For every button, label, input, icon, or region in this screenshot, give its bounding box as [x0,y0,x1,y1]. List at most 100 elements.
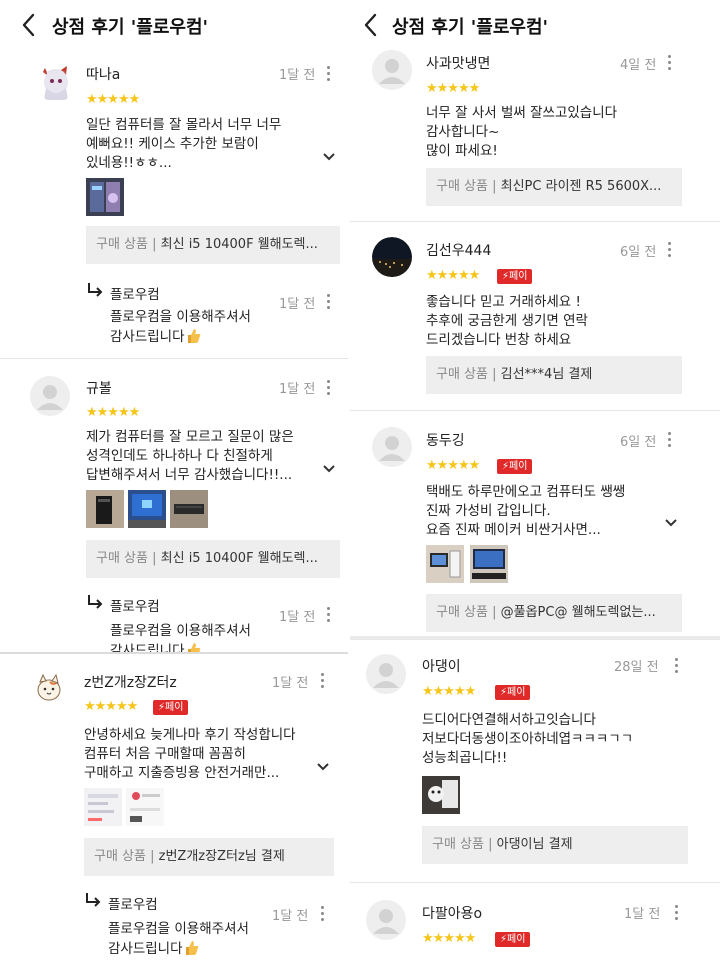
purchased-product[interactable]: 구매 상품 | 최신 i5 10400F 웰해도렉... [86,226,340,264]
reply-clip: 플로우컴을 이용해주셔서 감사드립니다 [0,618,348,652]
pay-badge: ⚡페이 [495,932,531,947]
review-text: 일단 컴퓨터를 잘 몰라서 너무 너무 예뻐요!! 케이스 추가한 보람이 있네… [86,117,282,171]
product-name: 김선***4님 결제 [500,367,593,382]
more-vertical-icon[interactable] [318,672,326,690]
chevron-left-icon[interactable] [362,12,380,38]
purchased-product[interactable]: 구매 상품 | @풀옵PC@ 웰해도렉없는... [426,594,682,632]
product-separator: | [483,837,497,852]
review-photo[interactable] [84,788,122,826]
divider [350,636,720,640]
reply-arrow-icon [86,893,101,907]
reviewer-name[interactable]: 따나a [86,64,120,84]
chevron-down-icon[interactable] [316,762,330,772]
more-vertical-icon[interactable] [665,54,673,72]
product-name: 최신 i5 10400F 웰해도렉... [160,551,318,566]
review-text: 드디어다연결해서하고잇습니다 저보다더동생이조아하네엽ㅋㅋㅋㄱㄱ 성능최곱니다!… [422,712,634,766]
avatar[interactable] [366,654,406,694]
review-text: 너무 잘 사서 벌써 잘쓰고있습니다 감사합니다~ 많이 파세요! [426,105,618,159]
review-photo[interactable] [128,490,166,528]
review-photo[interactable] [422,776,460,814]
avatar[interactable] [30,668,70,708]
more-vertical-icon[interactable] [324,293,332,311]
avatar[interactable] [30,376,70,416]
reply-time: 1달 전 [279,297,316,312]
avatar[interactable] [36,62,76,102]
star-rating: ★★★★★ [86,92,140,107]
review-time: 4일 전 [620,58,657,73]
review-time: 1달 전 [279,382,316,397]
purchased-product[interactable]: 구매 상품 | 최신PC 라이젠 R5 5600X... [426,168,682,206]
review-photo[interactable] [126,788,164,826]
product-label: 구매 상품 [436,605,488,620]
review-time: 1달 전 [279,68,316,83]
pay-badge: ⚡페이 [153,700,189,715]
product-name: 최신PC 라이젠 R5 5600X... [500,179,662,194]
avatar[interactable] [372,50,412,90]
product-separator: | [487,605,501,620]
reviewer-name[interactable]: 아댕이 [422,656,461,676]
divider [350,882,720,883]
review-photo[interactable] [170,490,208,528]
pay-badge: ⚡페이 [495,685,531,700]
review-panel-left: 상점 후기 '플로우컴' 따나a 1달 전 ★★★★★ 일단 컴퓨터를 잘 몰라… [0,0,348,960]
product-name: 아댕이님 결제 [496,837,573,852]
reviewer-name[interactable]: 동두깅 [426,430,465,450]
more-vertical-icon[interactable] [665,431,673,449]
reviewer-name[interactable]: 김선우444 [426,240,491,260]
review-text: 제가 컴퓨터를 잘 모르고 질문이 많은 성격인데도 하나하나 다 친절하게 답… [86,429,294,483]
product-label: 구매 상품 [436,179,488,194]
reply-arrow-icon [88,283,103,297]
product-label: 구매 상품 [432,837,484,852]
review-panel-right: 상점 후기 '플로우컴' 사과맛냉면 4일 전 ★★★★★ 너무 잘 사서 벌써… [350,0,720,960]
product-separator: | [145,849,159,864]
page-title: 상점 후기 '플로우컴' [392,17,549,38]
chevron-down-icon[interactable] [322,464,336,474]
star-rating: ★★★★★ [86,405,140,420]
header: 상점 후기 '플로우컴' [0,0,348,50]
product-label: 구매 상품 [436,367,488,382]
purchased-product[interactable]: 구매 상품 | 아댕이님 결제 [422,826,688,864]
more-vertical-icon[interactable] [318,905,326,923]
thumbs-up-icon [185,941,198,955]
review-time: 6일 전 [620,245,657,260]
product-label: 구매 상품 [96,237,148,252]
more-vertical-icon[interactable] [672,657,680,675]
more-vertical-icon[interactable] [672,904,680,922]
star-rating: ★★★★★ [84,699,138,714]
more-vertical-icon[interactable] [324,65,332,83]
purchased-product[interactable]: 구매 상품 | 김선***4님 결제 [426,356,682,394]
star-rating: ★★★★★ [426,458,480,473]
reviewer-name[interactable]: 다팔아용o [422,903,482,923]
more-vertical-icon[interactable] [665,241,673,259]
divider [0,652,348,654]
reply-arrow-icon [88,595,103,609]
reviewer-name[interactable]: 규볼 [86,378,112,398]
chevron-left-icon[interactable] [20,12,38,38]
review-time: 1달 전 [272,676,309,691]
product-separator: | [147,237,161,252]
review-text: 좋습니다 믿고 거래하세요 ! 추후에 궁금한게 생기면 연락 드리겠습니다 번… [426,294,588,348]
review-time: 28일 전 [614,660,659,675]
product-separator: | [487,179,501,194]
purchased-product[interactable]: 구매 상품 | 최신 i5 10400F 웰해도렉... [86,540,340,578]
review-photo[interactable] [426,545,464,583]
reviewer-name[interactable]: z번Z개z장Z터z [84,672,177,692]
avatar[interactable] [366,900,406,940]
reviewer-name[interactable]: 사과맛냉면 [426,53,490,73]
product-label: 구매 상품 [96,551,148,566]
product-name: @풀옵PC@ 웰해도렉없는... [500,605,656,620]
chevron-down-icon[interactable] [322,152,336,162]
more-vertical-icon[interactable] [324,379,332,397]
thumbs-up-icon [187,643,200,652]
review-photo[interactable] [470,545,508,583]
avatar[interactable] [372,427,412,467]
star-rating: ★★★★★ [426,81,480,96]
divider [350,221,720,222]
avatar[interactable] [372,237,412,277]
review-photo[interactable] [86,178,124,216]
purchased-product[interactable]: 구매 상품 | z번Z개z장Z터z님 결제 [84,838,334,876]
chevron-down-icon[interactable] [664,518,678,528]
page-title: 상점 후기 '플로우컴' [52,17,209,38]
pay-badge: ⚡페이 [497,459,533,474]
review-photo[interactable] [86,490,124,528]
